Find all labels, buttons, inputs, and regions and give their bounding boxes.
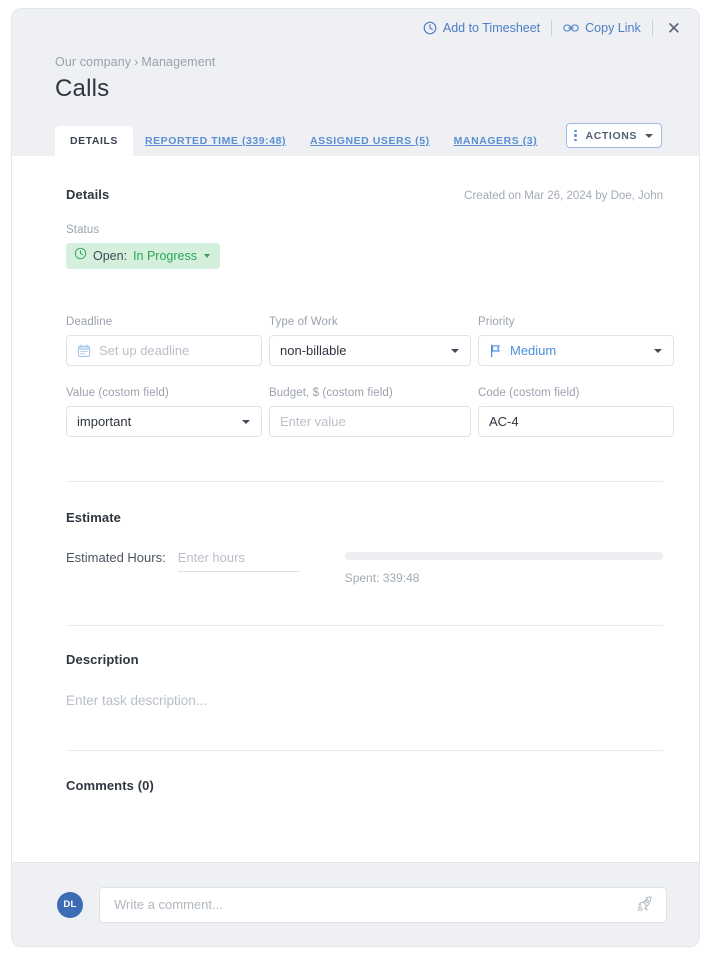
comment-bar: DL Write a comment...: [12, 862, 699, 946]
add-to-timesheet-button[interactable]: Add to Timesheet: [412, 21, 551, 35]
chevron-down-icon: [242, 419, 250, 424]
page-title: Calls: [55, 75, 110, 102]
type-of-work-field: Type of Work non-billable: [269, 316, 471, 366]
header-action-bar: Add to Timesheet Copy Link ✕: [12, 9, 699, 47]
type-of-work-value: non-billable: [280, 343, 347, 358]
tab-reported-time[interactable]: REPORTED TIME (339:48): [133, 126, 298, 156]
priority-label: Priority: [478, 316, 515, 328]
budget-custom-input[interactable]: Enter value: [269, 406, 471, 437]
priority-field: Priority Medium: [478, 316, 674, 366]
description-section-title: Description: [66, 652, 139, 667]
details-section-title: Details: [66, 187, 110, 202]
status-badge[interactable]: Open: In Progress: [66, 243, 220, 269]
estimated-hours-group: Estimated Hours: Enter hours: [66, 550, 300, 572]
copy-link-button[interactable]: Copy Link: [552, 22, 652, 35]
spent-progress-group: Spent: 339:48: [344, 550, 663, 585]
tab-managers[interactable]: MANAGERS (3): [442, 126, 550, 156]
priority-select[interactable]: Medium: [478, 335, 674, 366]
budget-custom-field: Budget, $ (costom field) Enter value: [269, 387, 471, 437]
status-value: In Progress: [133, 249, 197, 263]
breadcrumb-leaf[interactable]: Management: [141, 55, 215, 69]
breadcrumb: Our company › Management: [12, 47, 699, 69]
value-custom-value: important: [77, 414, 132, 429]
copy-link-label: Copy Link: [585, 20, 641, 35]
breadcrumb-separator-icon: ›: [134, 55, 139, 69]
form-row-2: Value (costom field) important Budget, $…: [66, 387, 674, 437]
spent-text: Spent: 339:48: [344, 571, 420, 585]
value-custom-select[interactable]: important: [66, 406, 262, 437]
chevron-down-icon: [203, 254, 210, 258]
comment-placeholder: Write a comment...: [114, 897, 223, 912]
calendar-icon: [77, 344, 91, 358]
form-row-1: Deadline Set up deadline Type of Work no…: [66, 316, 674, 366]
type-of-work-select[interactable]: non-billable: [269, 335, 471, 366]
type-of-work-label: Type of Work: [269, 316, 338, 328]
estimated-hours-input[interactable]: Enter hours: [177, 550, 300, 572]
chevron-down-icon: [645, 133, 653, 138]
status-label: Status: [66, 224, 100, 236]
estimate-row: Estimated Hours: Enter hours Spent: 339:…: [66, 550, 663, 585]
code-custom-value: AC-4: [489, 414, 519, 429]
comments-section: Comments (0): [66, 751, 663, 793]
comments-section-title: Comments (0): [66, 778, 154, 793]
chevron-down-icon: [654, 348, 662, 353]
link-icon: [563, 22, 579, 34]
close-icon[interactable]: ✕: [653, 20, 685, 37]
deadline-input[interactable]: Set up deadline: [66, 335, 262, 366]
rocket-send-icon[interactable]: [635, 895, 654, 914]
clock-icon: [423, 21, 437, 35]
avatar[interactable]: DL: [57, 891, 83, 918]
deadline-placeholder: Set up deadline: [99, 343, 190, 358]
estimated-hours-label: Estimated Hours:: [66, 550, 166, 565]
description-input[interactable]: Enter task description...: [66, 693, 663, 708]
status-clock-icon: [74, 247, 87, 265]
estimate-section: Estimate Estimated Hours: Enter hours Sp…: [66, 482, 663, 585]
priority-value: Medium: [510, 343, 557, 358]
description-section: Description Enter task description...: [66, 626, 663, 708]
breadcrumb-root[interactable]: Our company: [55, 55, 131, 69]
spent-progress-bar: [344, 552, 663, 560]
add-to-timesheet-label: Add to Timesheet: [442, 20, 541, 35]
deadline-label: Deadline: [66, 316, 113, 328]
app-root: Add to Timesheet Copy Link ✕ Our company…: [0, 0, 709, 955]
status-prefix: Open:: [93, 249, 128, 263]
kebab-menu-icon: [574, 129, 578, 142]
budget-custom-placeholder: Enter value: [280, 414, 346, 429]
details-header-row: Details Created on Mar 26, 2024 by Doe, …: [66, 187, 663, 202]
value-custom-field: Value (costom field) important: [66, 387, 262, 437]
details-section: Details Created on Mar 26, 2024 by Doe, …: [66, 156, 674, 437]
value-custom-label: Value (costom field): [66, 387, 169, 399]
actions-button[interactable]: ACTIONS: [566, 123, 662, 148]
estimate-section-title: Estimate: [66, 510, 121, 525]
status-field: Status Open: In Progress: [66, 224, 663, 269]
chevron-down-icon: [451, 348, 459, 353]
code-custom-input[interactable]: AC-4: [478, 406, 674, 437]
task-detail-card: Add to Timesheet Copy Link ✕ Our company…: [11, 8, 700, 947]
deadline-field: Deadline Set up deadline: [66, 316, 262, 366]
card-header: Add to Timesheet Copy Link ✕ Our company…: [12, 9, 699, 156]
card-body: Details Created on Mar 26, 2024 by Doe, …: [12, 156, 699, 862]
flag-icon: [489, 344, 502, 358]
budget-custom-label: Budget, $ (costom field): [269, 387, 393, 399]
tab-assigned-users[interactable]: ASSIGNED USERS (5): [298, 126, 442, 156]
actions-button-label: ACTIONS: [585, 129, 637, 142]
code-custom-label: Code (costom field): [478, 387, 580, 399]
comment-input[interactable]: Write a comment...: [99, 886, 667, 923]
code-custom-field: Code (costom field) AC-4: [478, 387, 674, 437]
created-meta: Created on Mar 26, 2024 by Doe, John: [464, 190, 663, 202]
tab-details[interactable]: DETAILS: [55, 126, 133, 156]
